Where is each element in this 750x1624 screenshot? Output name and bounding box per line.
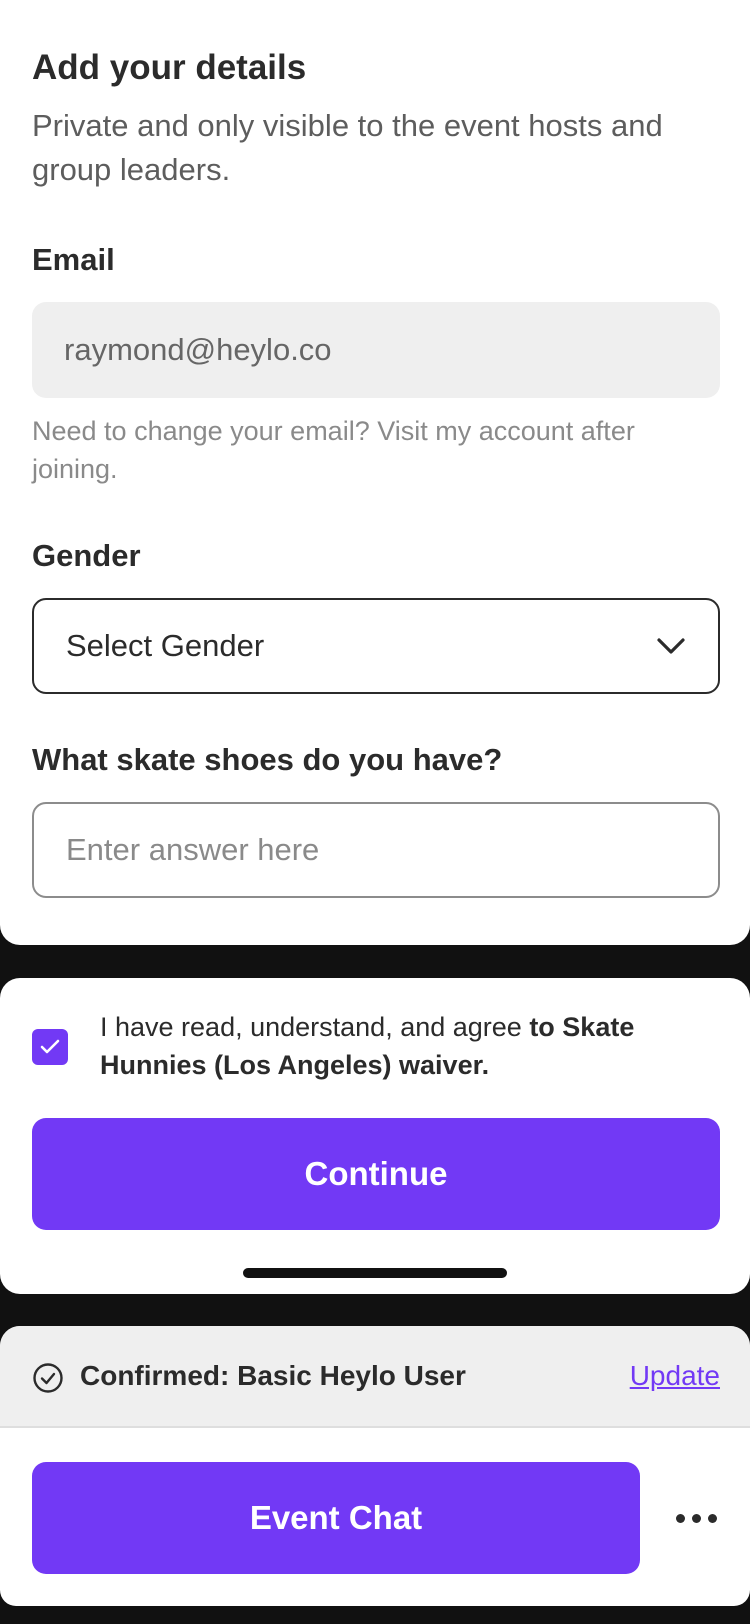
membership-status-bar: Confirmed: Basic Heylo User Update <box>0 1326 750 1428</box>
gender-label: Gender <box>32 538 141 573</box>
skate-shoes-answer-input[interactable] <box>32 802 720 898</box>
home-indicator <box>243 1268 507 1278</box>
waiver-text-plain: I have read, understand, and agree <box>100 1012 530 1042</box>
continue-button[interactable]: Continue <box>32 1118 720 1230</box>
membership-status-text: Confirmed: Basic Heylo User <box>80 1360 466 1391</box>
dot <box>707 1513 717 1523</box>
details-subtitle: Private and only visible to the event ho… <box>32 108 663 187</box>
update-link[interactable]: Update <box>630 1360 720 1392</box>
gender-select[interactable]: Select Gender <box>32 598 720 694</box>
gender-select-value: Select Gender <box>66 628 265 663</box>
bottom-card: Confirmed: Basic Heylo User Update Event… <box>0 1326 750 1606</box>
email-label: Email <box>32 242 115 277</box>
skate-shoes-question-label: What skate shoes do you have? <box>32 742 503 777</box>
dot <box>675 1513 685 1523</box>
waiver-agreement-text: I have read, understand, and agree to Sk… <box>100 1008 720 1084</box>
check-circle-icon <box>33 1363 63 1393</box>
email-value: raymond@heylo.co <box>64 332 332 367</box>
details-title: Add your details <box>32 48 307 87</box>
dot <box>691 1513 701 1523</box>
event-chat-button[interactable]: Event Chat <box>32 1462 640 1574</box>
checkmark-icon <box>40 1039 60 1054</box>
more-options-icon[interactable] <box>666 1498 726 1538</box>
email-hint: Need to change your email? Visit my acco… <box>32 416 635 484</box>
email-field: raymond@heylo.co <box>32 302 720 398</box>
details-card: Add your details Private and only visibl… <box>0 0 750 945</box>
chevron-down-icon <box>656 636 686 656</box>
waiver-checkbox[interactable] <box>32 1029 68 1065</box>
waiver-card: I have read, understand, and agree to Sk… <box>0 978 750 1294</box>
